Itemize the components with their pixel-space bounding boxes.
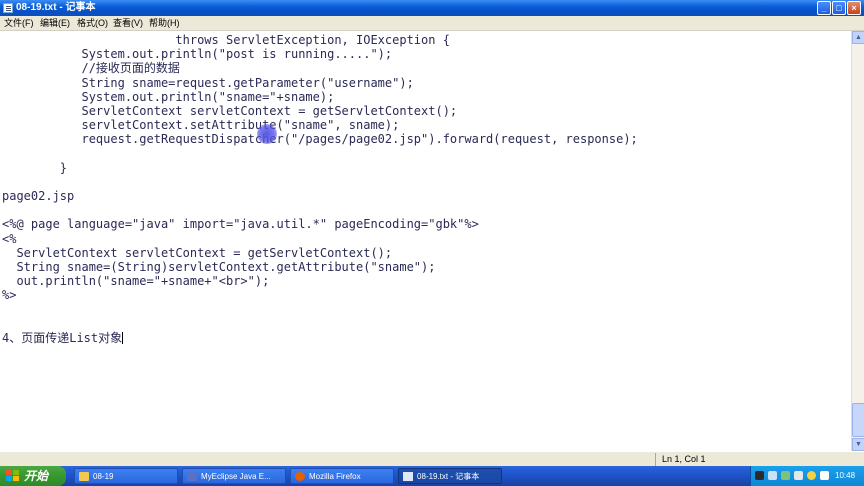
code-line: page02.jsp [2,189,75,204]
tray-keyboard-icon[interactable] [755,471,764,480]
code-line: ServletContext servletContext = getServl… [2,245,393,260]
scroll-up-arrow-icon[interactable]: ▲ [852,31,864,44]
task-myeclipse[interactable]: MyEclipse Java E... [182,468,286,484]
title-bar[interactable]: 08-19.txt - 记事本 _ □ × [0,0,864,16]
windows-logo-icon [6,470,19,482]
system-tray: 10:48 [750,466,864,486]
start-button[interactable]: 开始 [0,466,66,486]
task-firefox[interactable]: Mozilla Firefox [290,468,394,484]
task-notepad[interactable]: 08-19.txt - 记事本 [398,468,502,484]
scroll-down-arrow-icon[interactable]: ▼ [852,438,864,451]
close-button[interactable]: × [847,1,861,15]
task-label: 08-19.txt - 记事本 [417,472,480,481]
text-editor[interactable]: throws ServletException, IOException { S… [0,31,851,451]
tray-app-icon[interactable] [820,471,829,480]
firefox-icon [295,472,305,481]
task-label: MyEclipse Java E... [201,472,271,481]
tray-speaker-icon[interactable] [794,471,803,480]
code-line: String sname=(String)servletContext.getA… [2,260,436,274]
clock[interactable]: 10:48 [835,466,855,486]
vertical-scrollbar[interactable]: ▲ ▼ [851,31,864,451]
menu-bar: 文件(F) 编辑(E) 格式(O) 查看(V) 帮助(H) [0,16,864,31]
folder-icon [79,472,89,481]
tray-messenger-icon[interactable] [807,471,816,480]
menu-view[interactable]: 查看(V) [113,17,143,30]
menu-format[interactable]: 格式(O) [77,17,108,30]
tray-antivirus-icon[interactable] [781,471,790,480]
window-title: 08-19.txt - 记事本 [16,2,96,13]
status-bar: Ln 1, Col 1 [0,451,864,466]
editor-content: throws ServletException, IOException { S… [0,31,851,345]
code-line: %> [2,288,17,303]
code-line: servletContext.setAttribute("sname", sna… [2,118,400,133]
code-line: String sname=request.getParameter("usern… [2,75,414,90]
notepad-icon [403,472,413,481]
code-line: <% [2,231,17,246]
notepad-window: 08-19.txt - 记事本 _ □ × 文件(F) 编辑(E) 格式(O) … [0,0,864,466]
notepad-icon [3,3,13,13]
task-folder-08-19[interactable]: 08-19 [74,468,178,484]
menu-file[interactable]: 文件(F) [4,17,34,30]
start-label: 开始 [24,469,49,483]
code-line: } [2,160,68,175]
code-line: request.getRequestDispatcher("/pages/pag… [2,132,638,147]
code-line: System.out.println("post is running.....… [2,47,393,62]
code-line: <%@ page language="java" import="java.ut… [2,217,479,232]
code-line: out.println("sname="+sname+"<br>"); [2,274,270,289]
myeclipse-icon [187,472,197,481]
cursor-position: Ln 1, Col 1 [662,454,706,464]
code-line: //接收页面的数据 [2,61,180,76]
task-label: Mozilla Firefox [309,472,361,481]
text-caret [122,331,124,344]
taskbar: 开始 08-19 MyEclipse Java E... Mozilla Fir… [0,466,864,486]
mouse-cursor-highlight [257,124,277,144]
tray-network-icon[interactable] [768,471,777,480]
task-label: 08-19 [93,472,114,481]
code-line: throws ServletException, IOException { [2,33,450,47]
minimize-button[interactable]: _ [817,1,831,15]
code-line: System.out.println("sname="+sname); [2,89,335,104]
code-line: 4、页面传递List对象 [2,330,124,345]
maximize-button[interactable]: □ [832,1,846,15]
scrollbar-thumb[interactable] [852,403,864,437]
code-line: ServletContext servletContext = getServl… [2,103,458,118]
status-divider [655,453,656,466]
menu-help[interactable]: 帮助(H) [149,17,180,30]
menu-edit[interactable]: 编辑(E) [40,17,70,30]
